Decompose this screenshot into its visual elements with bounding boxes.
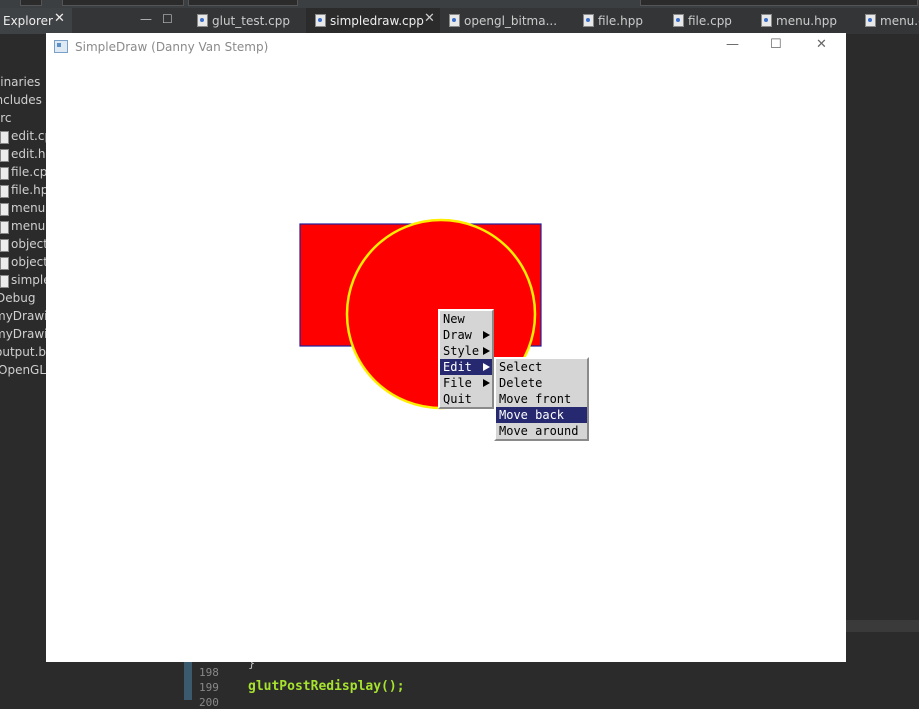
editor-tab-label: file.cpp xyxy=(688,14,732,28)
tree-item[interactable]: myDrawing xyxy=(0,326,46,344)
hpp-file-icon xyxy=(0,221,9,234)
hpp-file-icon xyxy=(0,185,9,198)
tree-item[interactable]: myDrawing xyxy=(0,308,46,326)
close-icon[interactable]: ✕ xyxy=(54,11,65,26)
line-number: 199 xyxy=(199,681,219,694)
context-menu: New Draw Style Edit File Quit xyxy=(438,309,494,409)
tree-item[interactable]: menu.hpp xyxy=(0,218,46,236)
menu-item-label: Quit xyxy=(443,392,472,406)
app-icon xyxy=(54,40,68,53)
menu-item-quit[interactable]: Quit xyxy=(440,391,492,407)
menu-item-delete[interactable]: Delete xyxy=(496,375,587,391)
minimize-button[interactable]: — xyxy=(726,37,739,52)
tree-item[interactable]: src xyxy=(0,110,46,128)
maximize-view-icon[interactable]: ☐ xyxy=(162,12,173,26)
line-number: 200 xyxy=(199,696,219,709)
menu-item-new[interactable]: New xyxy=(440,311,492,327)
menu-item-label: New xyxy=(443,312,465,326)
cpp-file-icon xyxy=(449,14,460,27)
menu-item-move-around[interactable]: Move around xyxy=(496,423,587,439)
menu-item-label: Move around xyxy=(499,424,579,438)
cpp-file-icon xyxy=(197,14,208,27)
ide-toolbar xyxy=(0,0,919,8)
editor-tab-label: opengl_bitma... xyxy=(464,14,558,28)
editor-tab-file-hpp[interactable]: file.hpp xyxy=(574,8,658,34)
editor-tab-menu-hpp[interactable]: menu.hpp xyxy=(752,8,852,34)
simpledraw-window: SimpleDraw (Danny Van Stemp) — ☐ ✕ New Dr… xyxy=(46,33,846,662)
editor-tab-menu-cpp[interactable]: menu.cpp xyxy=(856,8,919,34)
maximize-button[interactable]: ☐ xyxy=(770,37,782,52)
minimize-view-icon[interactable]: — xyxy=(140,12,152,26)
tree-item[interactable]: file.hpp xyxy=(0,182,46,200)
editor-tab-label: menu.cpp xyxy=(880,14,919,28)
cpp-file-icon xyxy=(0,203,9,216)
editor-tab-label: menu.hpp xyxy=(776,14,837,28)
editor-tab-simpledraw[interactable]: simpledraw.cpp ✕ xyxy=(306,8,440,34)
tree-item[interactable]: edit.hpp xyxy=(0,146,46,164)
hpp-file-icon xyxy=(583,14,594,27)
menu-item-label: Draw xyxy=(443,328,472,342)
hpp-file-icon xyxy=(0,149,9,162)
tree-item[interactable]: object.hpp xyxy=(0,254,46,272)
editor-tab-file-cpp[interactable]: file.cpp xyxy=(664,8,748,34)
tree-item[interactable]: Binaries xyxy=(0,74,46,92)
tree-item[interactable]: file.cpp xyxy=(0,164,46,182)
editor-tab-opengl-bitmap[interactable]: opengl_bitma... xyxy=(440,8,568,34)
submenu-arrow-icon xyxy=(483,363,490,371)
tree-item[interactable]: edit.cpp xyxy=(0,128,46,146)
menu-item-label: Select xyxy=(499,360,543,374)
tree-item[interactable]: object.cpp xyxy=(0,236,46,254)
menu-item-label: Style xyxy=(443,344,480,358)
tree-item[interactable]: Debug xyxy=(0,290,46,308)
code-line[interactable]: glutPostRedisplay(); xyxy=(248,679,405,694)
menu-item-label: Move back xyxy=(499,408,565,422)
line-number: 198 xyxy=(199,666,219,679)
editor-tab-glut-test[interactable]: glut_test.cpp xyxy=(188,8,306,34)
explorer-tab[interactable]: Explorer ✕ xyxy=(0,8,72,34)
tree-item[interactable]: Includes xyxy=(0,92,46,110)
menu-item-label: Edit xyxy=(443,360,472,374)
menu-item-file[interactable]: File xyxy=(440,375,492,391)
window-title: SimpleDraw (Danny Van Stemp) xyxy=(75,40,269,54)
editor-tab-label: file.hpp xyxy=(598,14,643,28)
cpp-file-icon xyxy=(0,131,9,144)
menu-item-style[interactable]: Style xyxy=(440,343,492,359)
hpp-file-icon xyxy=(0,257,9,270)
tree-item[interactable]: OpenGL ( xyxy=(0,362,46,380)
close-button[interactable]: ✕ xyxy=(816,37,827,52)
cpp-file-icon xyxy=(673,14,684,27)
cpp-file-icon xyxy=(0,239,9,252)
editor-gutter-marker xyxy=(184,660,192,700)
cpp-file-icon xyxy=(0,167,9,180)
ide-tab-bar: Explorer ✕ — ☐ glut_test.cpp simpledraw.… xyxy=(0,8,919,34)
cpp-file-icon xyxy=(0,275,9,288)
submenu-arrow-icon xyxy=(483,379,490,387)
close-icon[interactable]: ✕ xyxy=(424,11,435,26)
cpp-file-icon xyxy=(865,14,876,27)
tree-item[interactable]: menu.cpp xyxy=(0,200,46,218)
menu-item-move-front[interactable]: Move front xyxy=(496,391,587,407)
editor-panel-edge xyxy=(846,620,919,632)
explorer-tab-label: Explorer xyxy=(3,14,53,28)
drawing-canvas[interactable]: New Draw Style Edit File Quit Select Delete Mov… xyxy=(46,61,846,662)
tree-item[interactable]: output.bmp xyxy=(0,344,46,362)
submenu-arrow-icon xyxy=(483,331,490,339)
menu-item-draw[interactable]: Draw xyxy=(440,327,492,343)
menu-item-edit[interactable]: Edit xyxy=(440,359,492,375)
edit-submenu: Select Delete Move front Move back Move arou… xyxy=(494,357,589,441)
menu-item-select[interactable]: Select xyxy=(496,359,587,375)
hpp-file-icon xyxy=(761,14,772,27)
menu-item-label: Delete xyxy=(499,376,543,390)
menu-item-label: File xyxy=(443,376,472,390)
menu-item-label: Move front xyxy=(499,392,572,406)
cpp-file-icon xyxy=(315,14,326,27)
menu-item-move-back[interactable]: Move back xyxy=(496,407,587,423)
editor-tab-label: simpledraw.cpp xyxy=(330,14,424,28)
editor-tab-label: glut_test.cpp xyxy=(212,14,290,28)
tree-item[interactable]: simpledraw.cpp xyxy=(0,272,46,290)
submenu-arrow-icon xyxy=(483,347,490,355)
window-titlebar[interactable]: SimpleDraw (Danny Van Stemp) — ☐ ✕ xyxy=(46,33,846,61)
